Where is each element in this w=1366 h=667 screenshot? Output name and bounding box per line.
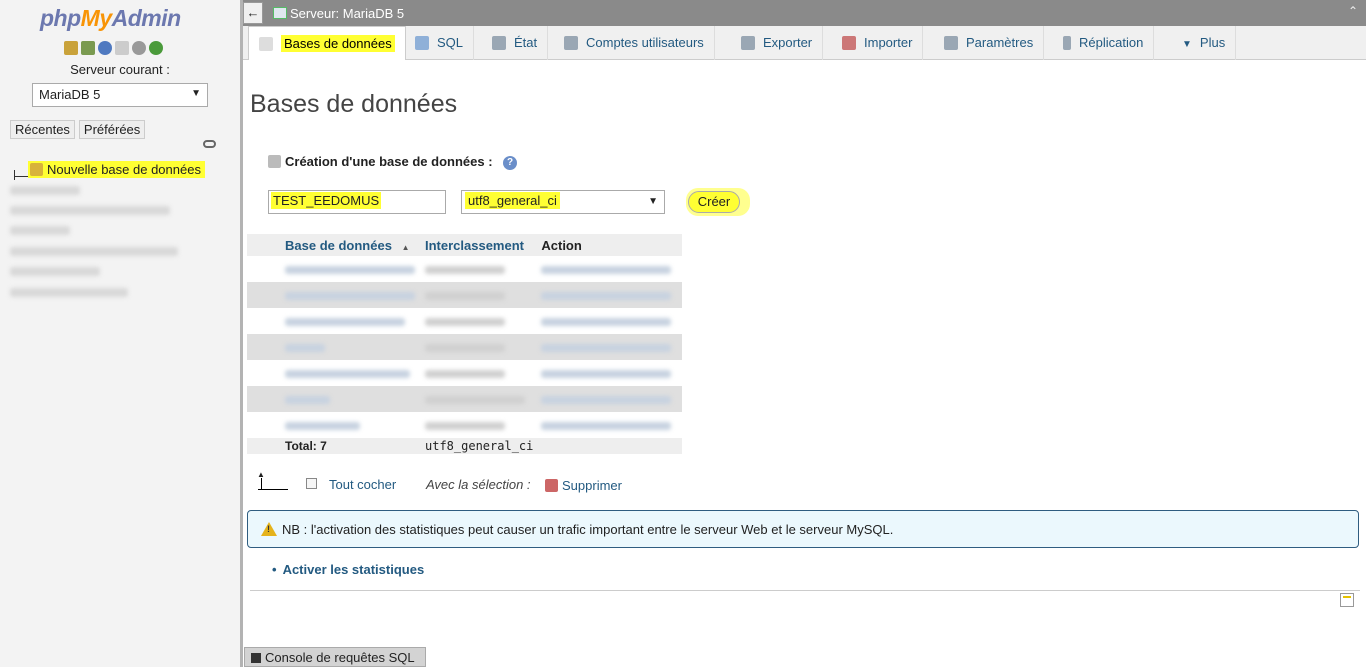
collapse-top-icon[interactable]: ⌃ <box>1348 4 1358 18</box>
database-list-item[interactable] <box>10 186 80 195</box>
activate-statistics-link[interactable]: • Activer les statistiques <box>272 562 424 577</box>
server-select[interactable]: MariaDB 5 ▼ <box>32 83 208 107</box>
tab-export[interactable]: Exporter <box>731 26 824 60</box>
database-icon <box>259 37 273 51</box>
bullet: • <box>272 562 277 577</box>
database-list-item[interactable] <box>10 226 70 235</box>
tree-line <box>14 170 15 180</box>
sql-console-toggle[interactable]: Console de requêtes SQL <box>244 647 426 667</box>
database-list-item[interactable] <box>10 288 128 297</box>
collapse-navigation-button[interactable]: ← <box>243 2 263 24</box>
status-chart-icon <box>492 36 506 50</box>
table-row[interactable] <box>247 308 682 334</box>
collation-select[interactable]: utf8_general_ci ▼ <box>461 190 665 214</box>
select-column-header <box>247 234 281 256</box>
export-icon <box>741 36 755 50</box>
panel-resizer[interactable] <box>240 0 243 667</box>
create-database-label: Création d'une base de données : <box>268 154 493 169</box>
delete-icon <box>545 479 558 492</box>
database-name-input[interactable]: TEST_EEDOMUS <box>268 190 446 214</box>
tab-databases[interactable]: Bases de données <box>248 26 406 60</box>
total-collation: utf8_general_ci <box>421 438 538 454</box>
warning-icon <box>261 522 277 536</box>
help-icon[interactable]: ? <box>503 156 517 170</box>
database-list-item[interactable] <box>10 247 178 256</box>
phpmyadmin-logo[interactable]: phpMyAdmin <box>40 5 181 32</box>
navigation-panel: phpMyAdmin Serveur courant : MariaDB 5 ▼ … <box>0 0 240 667</box>
notes-icon[interactable] <box>1340 593 1354 607</box>
server-label: Serveur courant : <box>70 62 170 77</box>
tab-status[interactable]: État <box>482 26 549 60</box>
create-database-icon <box>268 155 281 168</box>
caret-down-icon: ▼ <box>1182 39 1192 50</box>
table-row[interactable] <box>247 256 682 282</box>
chevron-down-icon: ▼ <box>191 88 201 99</box>
delete-selected-button[interactable]: Supprimer <box>545 478 622 493</box>
tab-sql[interactable]: SQL <box>405 26 475 60</box>
console-icon <box>251 653 261 663</box>
new-database-icon <box>30 163 43 176</box>
table-header-row: Base de données ▲ Interclassement Action <box>247 234 682 256</box>
select-arrow-icon <box>257 470 288 490</box>
docs-icon[interactable] <box>115 41 129 55</box>
sort-ascending-icon: ▲ <box>401 242 410 252</box>
table-row[interactable] <box>247 334 682 360</box>
link-icon[interactable] <box>203 140 216 148</box>
databases-table: Base de données ▲ Interclassement Action… <box>247 234 682 454</box>
statistics-notice: NB : l'activation des statistiques peut … <box>247 510 1359 548</box>
server-breadcrumb[interactable]: Serveur: MariaDB 5 <box>273 6 404 21</box>
favorites-tab[interactable]: Préférées <box>78 120 146 139</box>
chevron-down-icon: ▼ <box>648 196 658 207</box>
database-list-item[interactable] <box>10 267 100 276</box>
home-icon[interactable] <box>64 41 78 55</box>
page-title: Bases de données <box>250 90 458 118</box>
tab-replication[interactable]: Réplication <box>1053 26 1155 60</box>
total-count: Total: 7 <box>281 438 421 454</box>
server-breadcrumb-bar: ← Serveur: MariaDB 5 ⌃ <box>243 0 1366 26</box>
reload-icon[interactable] <box>149 41 163 55</box>
replication-icon <box>1063 36 1071 50</box>
users-icon <box>564 36 578 50</box>
database-list-item[interactable] <box>10 206 170 215</box>
main-menu: Bases de données SQL État Comptes utilis… <box>243 26 1366 60</box>
divider <box>250 590 1360 591</box>
logout-icon[interactable] <box>81 41 95 55</box>
help-icon[interactable] <box>98 41 112 55</box>
with-selection-label: Avec la sélection : <box>426 477 531 492</box>
recent-tab[interactable]: Récentes <box>10 120 75 139</box>
tab-user-accounts[interactable]: Comptes utilisateurs <box>554 26 715 60</box>
table-row[interactable] <box>247 386 682 412</box>
wrench-icon <box>944 36 958 50</box>
table-row[interactable] <box>247 282 682 308</box>
tab-more[interactable]: ▼ Plus <box>1172 26 1237 60</box>
new-database-item[interactable]: Nouvelle base de données <box>28 161 205 178</box>
column-header-database[interactable]: Base de données ▲ <box>281 234 421 256</box>
create-button[interactable]: Créer <box>688 191 740 213</box>
settings-gear-icon[interactable] <box>132 41 146 55</box>
table-total-row: Total: 7 utf8_general_ci <box>247 438 682 454</box>
recent-favorite-tabs: Récentes Préférées <box>10 120 146 139</box>
sql-icon <box>415 36 429 50</box>
column-header-action: Action <box>537 234 682 256</box>
check-all-label[interactable]: Tout cocher <box>329 477 396 492</box>
tab-settings[interactable]: Paramètres <box>934 26 1045 60</box>
tab-import[interactable]: Importer <box>832 26 924 60</box>
table-row[interactable] <box>247 360 682 386</box>
import-icon <box>842 36 856 50</box>
column-header-collation[interactable]: Interclassement <box>421 234 538 256</box>
nav-icon-bar <box>64 41 163 55</box>
table-row[interactable] <box>247 412 682 438</box>
check-all-checkbox[interactable] <box>306 478 317 489</box>
server-icon <box>273 7 287 19</box>
